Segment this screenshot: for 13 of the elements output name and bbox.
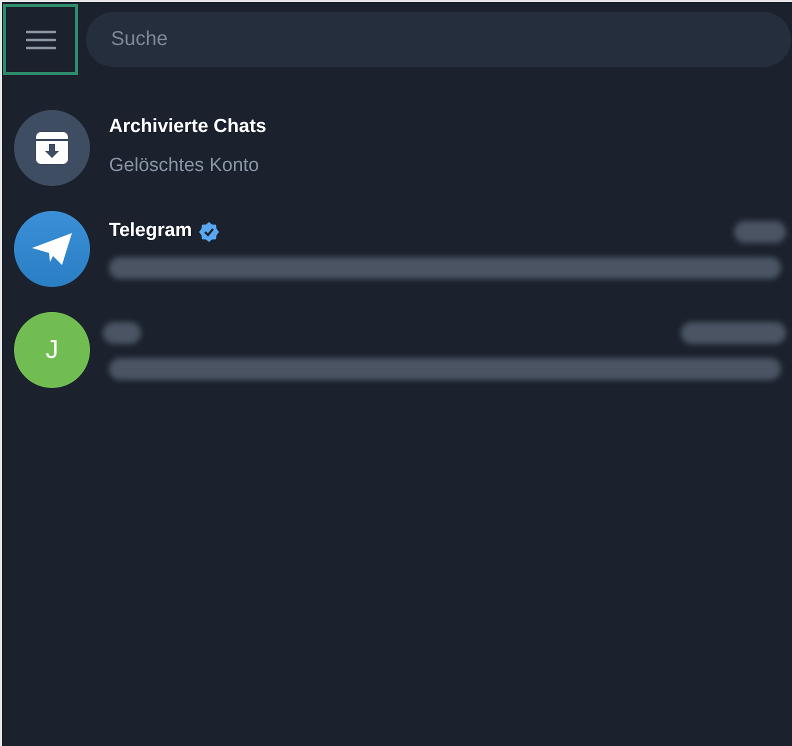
chat-title: Telegram	[109, 219, 192, 244]
blurred-text	[103, 322, 141, 344]
search-field[interactable]: Suche	[86, 12, 791, 67]
chat-item[interactable]: Archivierte Chats Gelöschtes Konto	[2, 97, 792, 198]
blurred-text	[734, 220, 786, 242]
letter-avatar: J	[14, 312, 90, 388]
paper-plane-icon	[31, 230, 73, 266]
chat-subtitle: Gelöschtes Konto	[109, 154, 260, 178]
chat-title: Archivierte Chats	[109, 115, 266, 139]
chat-item[interactable]: Telegram	[2, 198, 792, 299]
menu-icon	[26, 30, 56, 50]
menu-button[interactable]	[3, 4, 78, 75]
archive-icon	[35, 130, 69, 164]
